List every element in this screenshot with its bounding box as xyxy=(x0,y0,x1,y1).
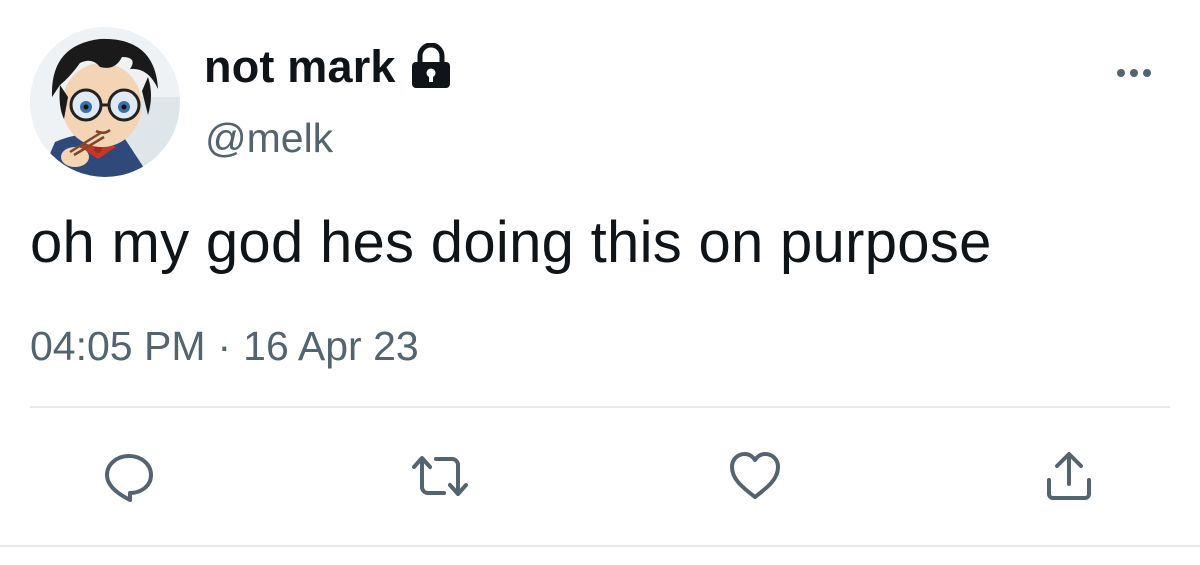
divider xyxy=(30,406,1170,408)
share-button[interactable] xyxy=(1041,448,1097,504)
tweet-date: 16 Apr 23 xyxy=(243,323,419,369)
tweet-timestamp[interactable]: 04:05 PM · 16 Apr 23 xyxy=(30,322,419,371)
more-options-button[interactable] xyxy=(1106,58,1162,88)
reply-icon xyxy=(103,450,155,502)
avatar[interactable] xyxy=(30,27,180,177)
share-icon xyxy=(1043,450,1095,502)
avatar-image xyxy=(30,27,180,177)
divider xyxy=(0,545,1200,547)
display-name[interactable]: not mark xyxy=(204,44,396,89)
lock-icon xyxy=(410,43,452,89)
like-button[interactable] xyxy=(727,448,783,504)
more-horizontal-icon xyxy=(1117,69,1151,77)
retweet-button[interactable] xyxy=(412,448,468,504)
tweet-time: 04:05 PM xyxy=(30,323,206,369)
reply-button[interactable] xyxy=(101,448,157,504)
tweet-text: oh my god hes doing this on purpose xyxy=(30,210,992,275)
heart-icon xyxy=(728,451,782,501)
retweet-icon xyxy=(408,453,472,499)
author-name-row: not mark xyxy=(204,36,452,96)
handle[interactable]: @melk xyxy=(205,118,333,159)
meta-separator: · xyxy=(217,323,232,369)
